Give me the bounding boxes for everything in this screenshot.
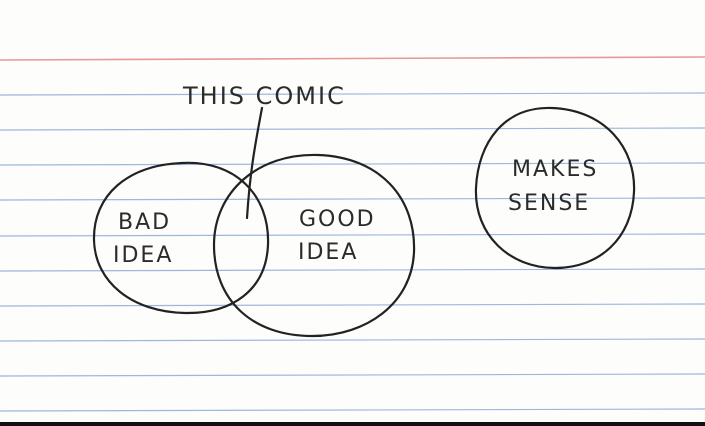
makes-sense-label-line2: SENSE — [508, 191, 590, 216]
good-idea-label-line1: GOOD — [299, 207, 376, 232]
bad-idea-label-line1: BAD — [118, 210, 171, 235]
card-bottom-edge — [0, 422, 705, 426]
makes-sense-label-line1: MAKES — [512, 157, 598, 182]
caption-label: THIS COMIC — [182, 82, 346, 110]
good-idea-label-line2: IDEA — [298, 240, 358, 265]
index-card: THIS COMIC BAD IDEA GOOD IDEA MAKES SENS… — [0, 0, 705, 426]
bad-idea-label-line2: IDEA — [113, 243, 173, 268]
